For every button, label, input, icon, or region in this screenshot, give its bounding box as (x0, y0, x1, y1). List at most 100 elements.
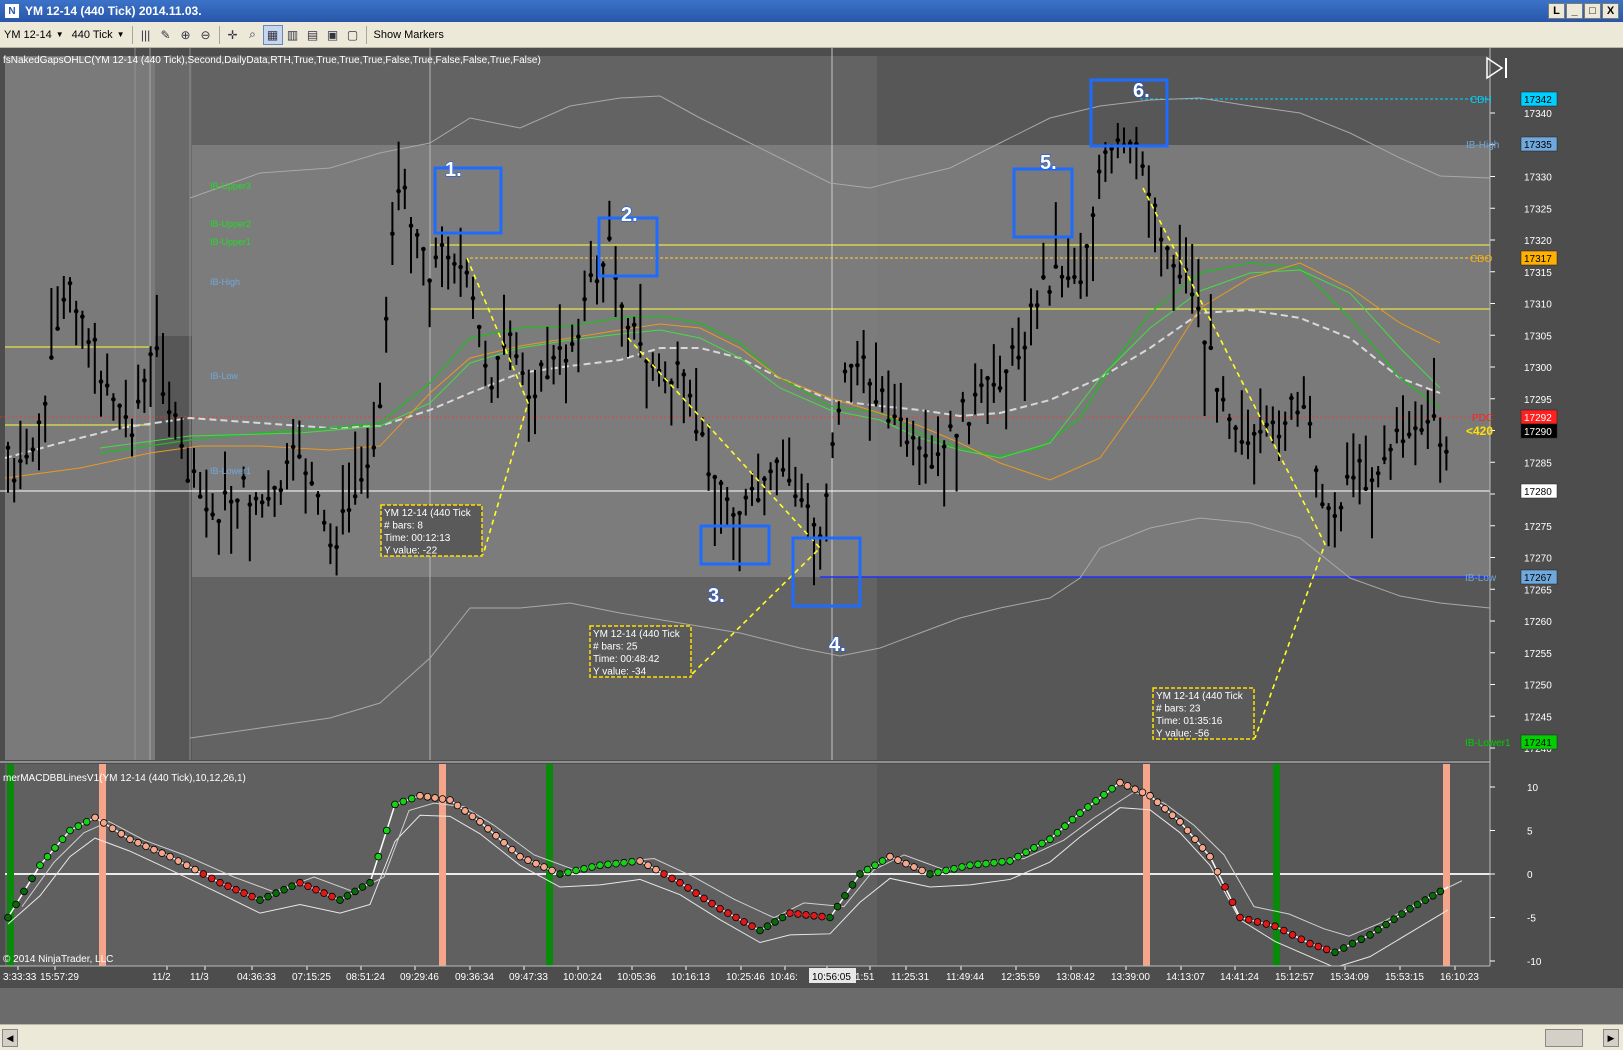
price-bar-close (18, 458, 23, 464)
maximize-button[interactable]: □ (1584, 3, 1601, 19)
price-bar-close (545, 375, 550, 380)
price-bar-close (73, 308, 79, 314)
price-bar-close (1307, 421, 1313, 427)
price-bar-close (1158, 237, 1164, 242)
macd-signal-bar (99, 764, 106, 966)
chart-canvas[interactable]: IB-Upper3 IB-Upper2 IB-Upper1 IB-High IB-Low… (0, 48, 1623, 1024)
macd-dot (1068, 815, 1077, 824)
restore-button[interactable]: L (1548, 3, 1565, 19)
macd-dot (1228, 898, 1237, 907)
price-bar-close (371, 445, 377, 450)
price-bar-close (1022, 345, 1028, 350)
macd-dot (668, 874, 676, 883)
price-bar-close (1165, 246, 1170, 251)
price-bar-close (582, 297, 587, 302)
macd-dot (856, 870, 864, 878)
price-bar-close (36, 420, 42, 425)
macd-dot (240, 889, 248, 897)
macd-dot (382, 826, 391, 835)
data-box-icon[interactable]: ▦ (262, 24, 283, 45)
ib-level-label: IB-Upper3 (210, 181, 251, 191)
macd-dot (431, 794, 439, 802)
horizontal-scrollbar[interactable]: ◀ ▶ (0, 1024, 1623, 1050)
show-markers-button[interactable]: Show Markers (370, 25, 448, 45)
price-bar-close (1332, 513, 1338, 519)
price-bar-close (483, 363, 488, 369)
instrument-selector[interactable]: YM 12-14 ▼ (0, 25, 68, 45)
price-bar-close (197, 494, 203, 499)
crosshair-icon[interactable]: ✛ (223, 25, 243, 45)
macd-dot (43, 852, 52, 861)
price-bar-close (786, 478, 792, 483)
price-bar-close (638, 341, 643, 347)
zoom-out-icon[interactable]: ⊖ (196, 25, 216, 45)
macd-dot (1123, 782, 1132, 790)
macd-dot (500, 838, 508, 847)
price-tick-label: 17250 (1524, 681, 1552, 692)
pencil-icon[interactable]: ✎ (156, 25, 176, 45)
macd-dot (636, 857, 644, 865)
price-bar-close (185, 478, 191, 484)
bar-style-icon[interactable]: ||| (136, 25, 156, 45)
info-box-yvalue: Y value: -56 (1156, 729, 1210, 740)
macd-dot (1198, 844, 1207, 852)
macd-dot (1076, 809, 1084, 817)
close-button[interactable]: X (1602, 3, 1619, 19)
price-bar-close (526, 394, 532, 400)
macd-dot (1014, 852, 1022, 861)
price-bar-close (979, 382, 984, 388)
price-tick-label: 17265 (1524, 585, 1552, 596)
macd-dot (532, 859, 540, 868)
price-bar-close (80, 314, 85, 319)
scroll-left-arrow-icon[interactable]: ◀ (2, 1029, 18, 1047)
scroll-right-arrow-icon[interactable]: ▶ (1603, 1029, 1619, 1047)
price-bar-close (204, 507, 209, 512)
template-icon[interactable]: ▢ (343, 25, 363, 45)
magnifier-icon[interactable]: ⌕ (243, 25, 263, 45)
price-bar-close (166, 409, 172, 415)
price-bar-close (1090, 212, 1096, 218)
marker-label: 1. (445, 159, 462, 181)
price-bar-close (235, 498, 240, 503)
price-bar-close (1196, 306, 1201, 311)
info-box-time: Time: 00:12:13 (384, 533, 451, 544)
price-bar-close (1351, 475, 1356, 480)
indicators-icon[interactable]: ▥ (283, 25, 303, 45)
macd-dot (1340, 944, 1348, 952)
macd-dot (1390, 915, 1398, 923)
price-bar-close (452, 261, 457, 267)
price-bar-close (390, 231, 395, 236)
macd-dot (4, 913, 12, 922)
macd-dot (684, 884, 692, 892)
macd-dot (20, 887, 28, 896)
price-bar-close (879, 387, 885, 393)
strategies-icon[interactable]: ▤ (303, 25, 323, 45)
price-bar-close (1010, 344, 1015, 350)
price-bar-close (340, 508, 346, 514)
price-bar-close (805, 504, 811, 509)
price-bar-close (1437, 442, 1443, 448)
macd-dot (1183, 826, 1192, 835)
price-bar-close (495, 355, 501, 361)
zoom-in-icon[interactable]: ⊕ (176, 25, 196, 45)
price-bar-close (1282, 420, 1288, 426)
scrollbar-thumb[interactable] (1545, 1029, 1583, 1047)
price-tick-label: 17305 (1524, 331, 1552, 342)
price-bar-close (997, 385, 1003, 391)
price-bar-close (557, 345, 563, 351)
macd-dot (572, 866, 580, 875)
interval-selector[interactable]: 440 Tick ▼ (68, 25, 129, 45)
macd-dot (91, 813, 99, 822)
macd-dot (878, 857, 887, 865)
macd-dot (182, 861, 191, 870)
macd-dot (918, 866, 926, 875)
minimize-button[interactable]: _ (1566, 3, 1583, 19)
macd-dot (320, 889, 328, 897)
properties-icon[interactable]: ▣ (323, 25, 343, 45)
chevron-down-icon: ▼ (55, 30, 64, 39)
chart-toolbar: YM 12-14 ▼ 440 Tick ▼ ||| ✎ ⊕ ⊖ ✛ ⌕ ▦ ▥ ▤ … (0, 22, 1623, 48)
price-bar-close (706, 472, 711, 477)
chart-area[interactable]: IB-Upper3 IB-Upper2 IB-Upper1 IB-High IB-Low… (0, 48, 1623, 1024)
price-bar-close (408, 223, 414, 228)
price-bar-close (30, 447, 36, 452)
